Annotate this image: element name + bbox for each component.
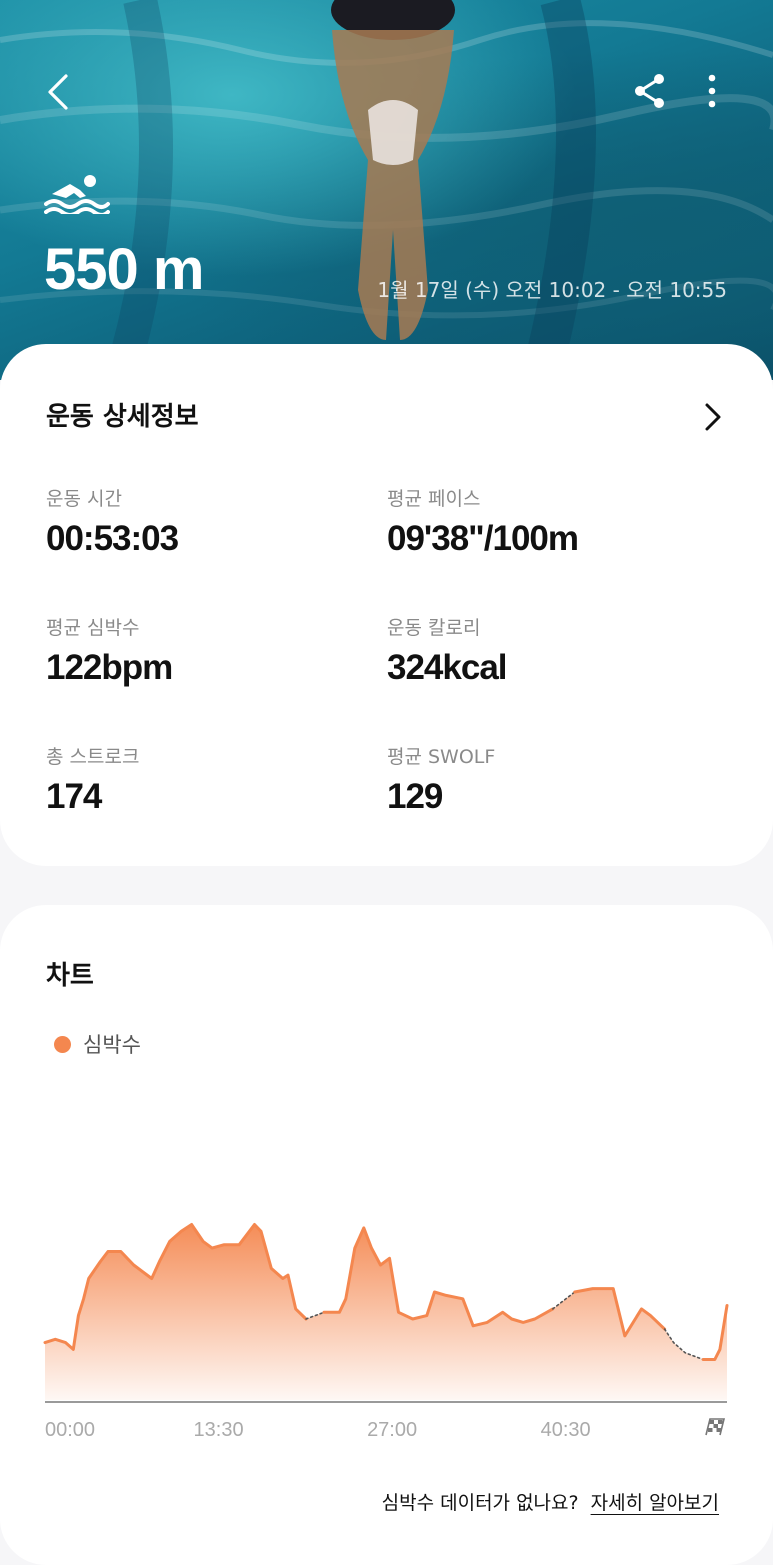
x-tick-label: 27:00 xyxy=(367,1419,417,1441)
x-tick-label: 13:30 xyxy=(194,1419,244,1441)
no-hr-data-question: 심박수 데이터가 없나요? xyxy=(381,1492,579,1514)
learn-more-link[interactable]: 자세히 알아보기 xyxy=(591,1492,719,1514)
x-tick-label: 00:00 xyxy=(45,1419,95,1441)
heart-rate-area xyxy=(45,1224,727,1400)
footer-help: 심박수 데이터가 없나요? 자세히 알아보기 xyxy=(382,1488,719,1515)
checkered-flag-icon xyxy=(705,1418,726,1436)
heart-rate-chart: 00:00 13:30 27:00 40:30 xyxy=(43,1223,729,1441)
x-tick-label: 40:30 xyxy=(541,1419,591,1441)
